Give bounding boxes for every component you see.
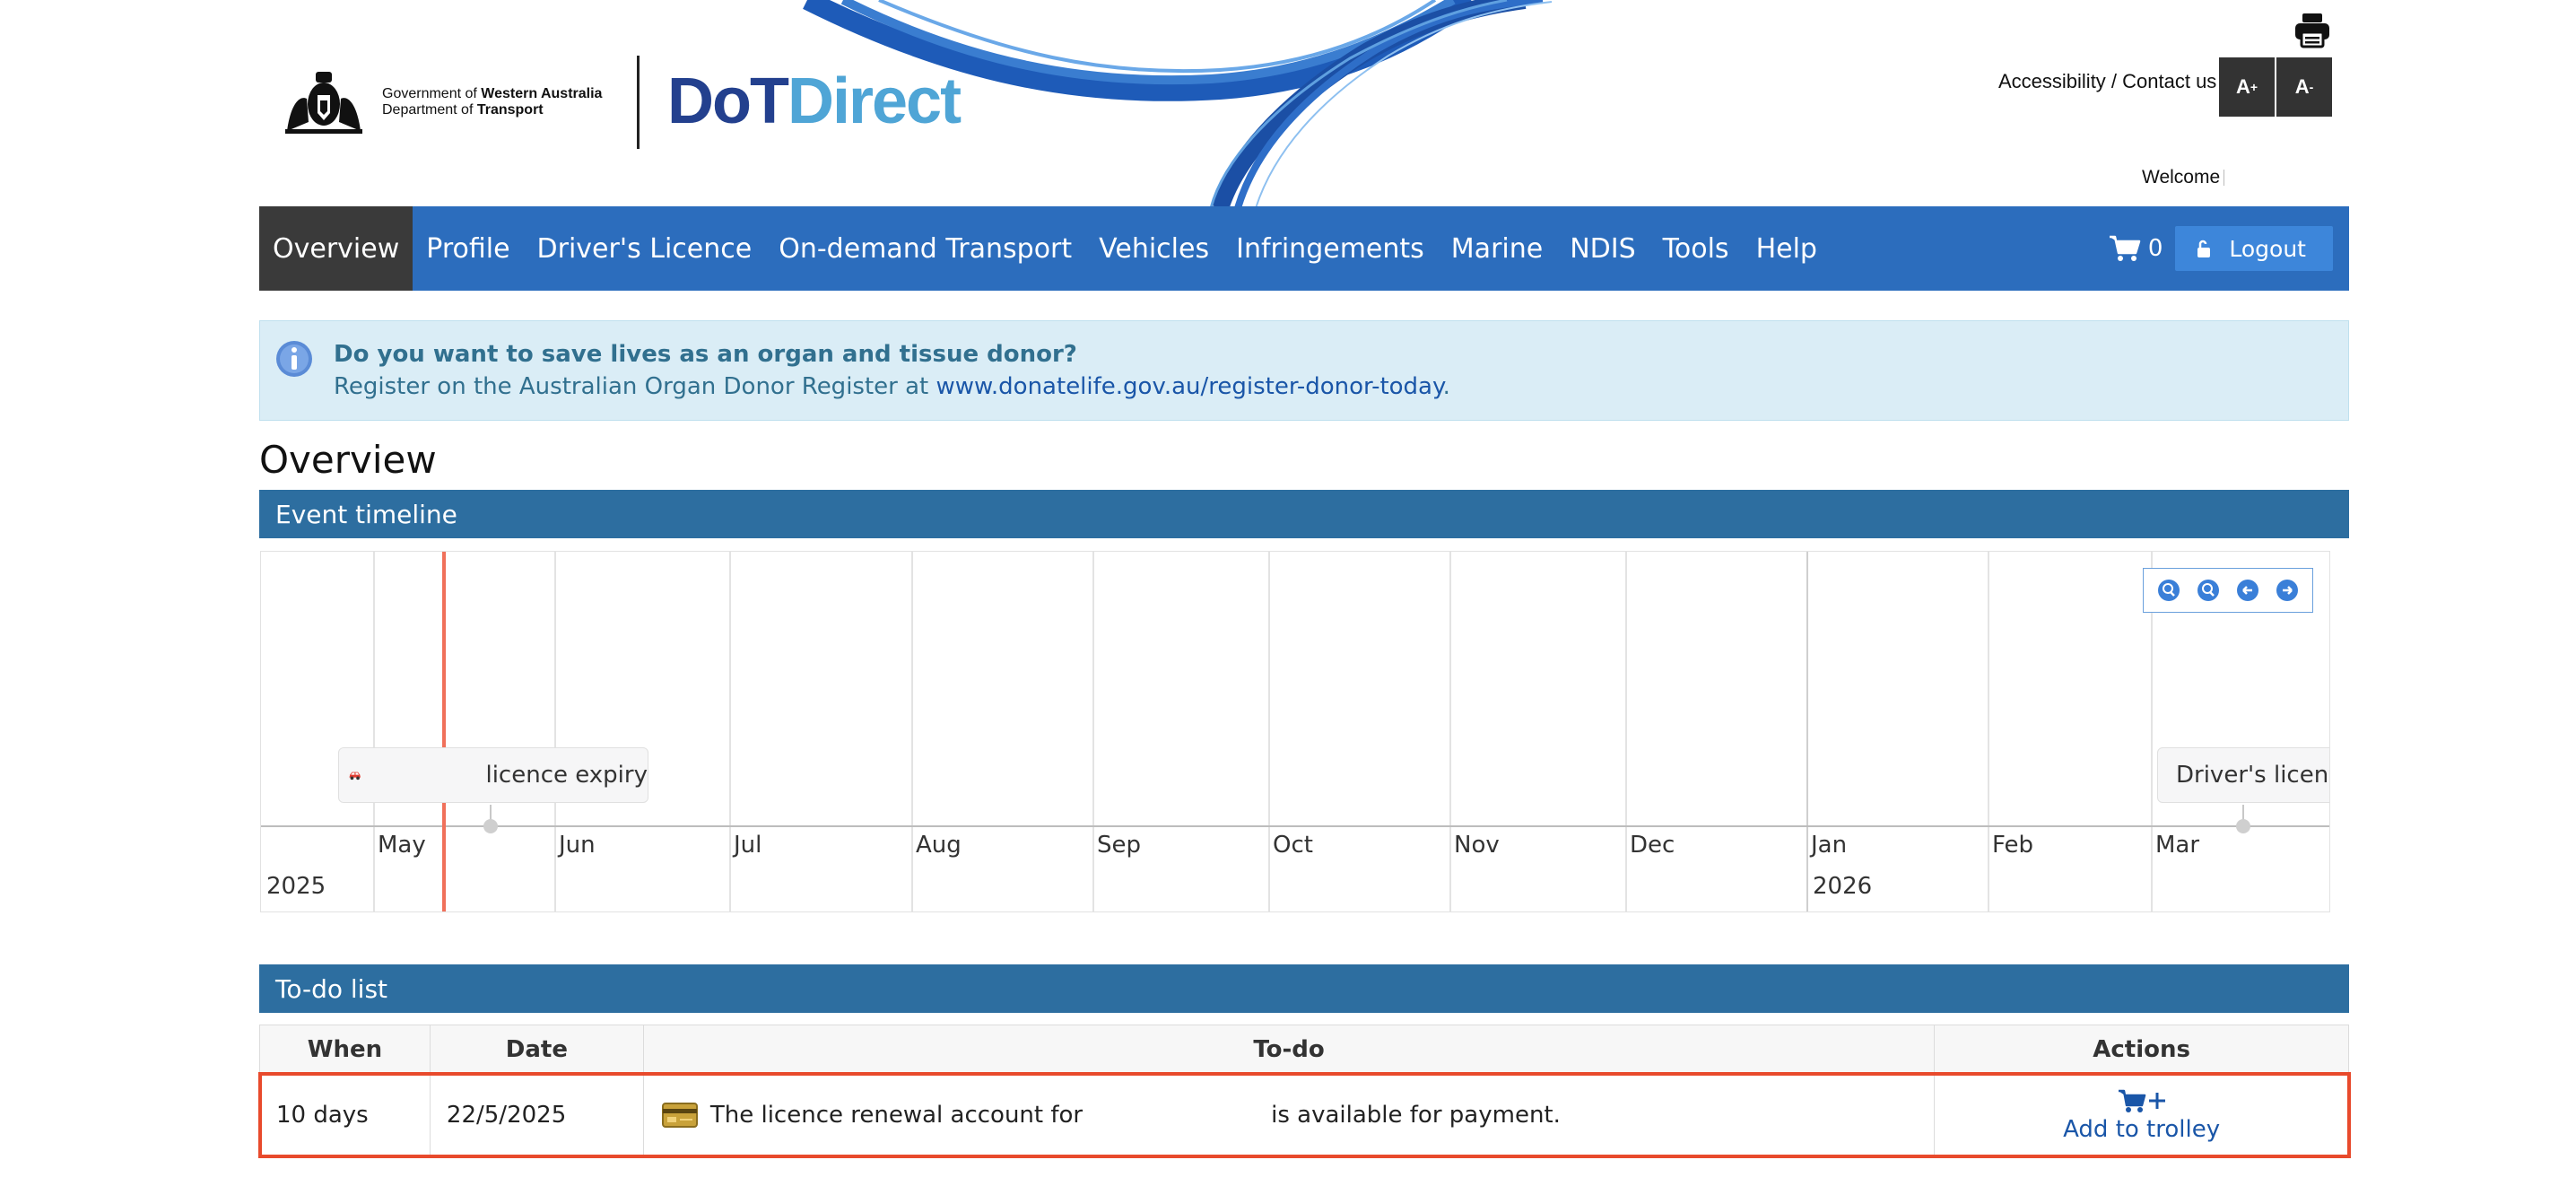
event-timeline[interactable]: licence expiry Driver's licence May Jun … bbox=[260, 551, 2330, 912]
nav-item-help[interactable]: Help bbox=[1743, 206, 1831, 291]
year-label: 2025 bbox=[266, 873, 326, 900]
nav-item-tools[interactable]: Tools bbox=[1649, 206, 1743, 291]
timeline-event-label: licence expiry bbox=[485, 762, 648, 789]
dotdirect-logo[interactable]: DoTDirect bbox=[667, 61, 962, 142]
month-label: Jan bbox=[1811, 832, 1848, 859]
nav-item-marine[interactable]: Marine bbox=[1438, 206, 1556, 291]
alert-body: Register on the Australian Organ Donor R… bbox=[334, 373, 1450, 400]
month-label: Jun bbox=[559, 832, 596, 859]
add-to-cart-icon bbox=[2118, 1089, 2165, 1112]
column-header-todo: To-do bbox=[642, 1025, 1936, 1074]
cart-link[interactable]: 0 bbox=[2109, 234, 2163, 263]
car-icon bbox=[349, 772, 361, 780]
todo-actions: Add to trolley bbox=[1934, 1073, 2349, 1156]
timeline-event-drivers-licence[interactable]: Driver's licence bbox=[2157, 747, 2329, 803]
logout-button[interactable]: Logout bbox=[2175, 226, 2333, 271]
payment-card-icon bbox=[661, 1102, 698, 1128]
arrow-left-icon[interactable] bbox=[2236, 579, 2259, 602]
month-label: Sep bbox=[1097, 832, 1142, 859]
nav-item-overview[interactable]: Overview bbox=[259, 206, 413, 291]
government-logo[interactable]: Government of Western Australia Departme… bbox=[282, 68, 602, 136]
nav-item-drivers-licence[interactable]: Driver's Licence bbox=[524, 206, 766, 291]
todo-table: When Date To-do Actions 10 days 22/5/202… bbox=[257, 1025, 2351, 1158]
government-text: Government of Western Australia Departme… bbox=[382, 86, 603, 118]
zoom-in-icon[interactable] bbox=[2157, 579, 2180, 602]
nav-item-profile[interactable]: Profile bbox=[413, 206, 523, 291]
column-header-actions: Actions bbox=[1934, 1025, 2349, 1074]
shopping-cart-icon bbox=[2109, 235, 2141, 261]
todo-when: 10 days bbox=[259, 1073, 431, 1156]
zoom-out-icon[interactable] bbox=[2197, 579, 2220, 602]
todo-description: The licence renewal account for is avail… bbox=[642, 1073, 1936, 1156]
add-to-trolley-label: Add to trolley bbox=[2063, 1115, 2221, 1143]
month-label: Oct bbox=[1273, 832, 1313, 859]
nav-item-on-demand-transport[interactable]: On-demand Transport bbox=[765, 206, 1085, 291]
font-increase-button[interactable]: A + bbox=[2219, 57, 2275, 117]
print-icon[interactable] bbox=[2293, 11, 2332, 50]
month-label: Dec bbox=[1630, 832, 1675, 859]
table-header-row: When Date To-do Actions bbox=[259, 1025, 2349, 1074]
nav-item-vehicles[interactable]: Vehicles bbox=[1085, 206, 1223, 291]
timeline-event-label: Driver's licence bbox=[2176, 762, 2329, 789]
unlock-icon bbox=[2197, 240, 2211, 257]
site-header: Government of Western Australia Departme… bbox=[0, 0, 2576, 208]
donatelife-link[interactable]: www.donatelife.gov.au/register-donor-tod… bbox=[936, 373, 1443, 400]
info-icon bbox=[276, 341, 312, 377]
todo-date: 22/5/2025 bbox=[429, 1073, 644, 1156]
cart-count: 0 bbox=[2147, 235, 2163, 262]
month-label: Aug bbox=[916, 832, 962, 859]
event-timeline-heading: Event timeline bbox=[259, 490, 2349, 538]
page-title: Overview bbox=[259, 438, 437, 482]
nav-right: 0 Logout bbox=[2109, 206, 2333, 291]
timeline-event-licence-expiry[interactable]: licence expiry bbox=[338, 747, 648, 803]
arrow-right-icon[interactable] bbox=[2276, 579, 2299, 602]
logo-divider bbox=[637, 56, 640, 149]
timeline-controls bbox=[2143, 568, 2313, 613]
year-label: 2026 bbox=[1813, 873, 1873, 900]
todo-list-heading: To-do list bbox=[259, 964, 2349, 1013]
month-label: Feb bbox=[1992, 832, 2034, 859]
column-header-when: When bbox=[259, 1025, 431, 1074]
accessibility-contact-link[interactable]: Accessibility / Contact us bbox=[1998, 70, 2216, 93]
month-label: Jul bbox=[734, 832, 762, 859]
nav-item-ndis[interactable]: NDIS bbox=[1556, 206, 1649, 291]
main-nav: Overview Profile Driver's Licence On-dem… bbox=[259, 206, 2349, 291]
month-label: Mar bbox=[2155, 832, 2200, 859]
month-label: Nov bbox=[1454, 832, 1500, 859]
month-label: May bbox=[378, 832, 426, 859]
welcome-text: Welcome bbox=[2142, 167, 2225, 188]
add-to-trolley-button[interactable]: Add to trolley bbox=[2063, 1087, 2220, 1143]
column-header-date: Date bbox=[429, 1025, 644, 1074]
alert-title: Do you want to save lives as an organ an… bbox=[334, 341, 1077, 368]
table-row: 10 days 22/5/2025 The licence renewal ac… bbox=[257, 1071, 2351, 1158]
font-decrease-button[interactable]: A- bbox=[2276, 57, 2332, 117]
wa-crest-icon bbox=[285, 72, 362, 134]
organ-donor-alert: Do you want to save lives as an organ an… bbox=[259, 320, 2349, 421]
nav-item-infringements[interactable]: Infringements bbox=[1223, 206, 1438, 291]
logout-label: Logout bbox=[2229, 235, 2306, 262]
